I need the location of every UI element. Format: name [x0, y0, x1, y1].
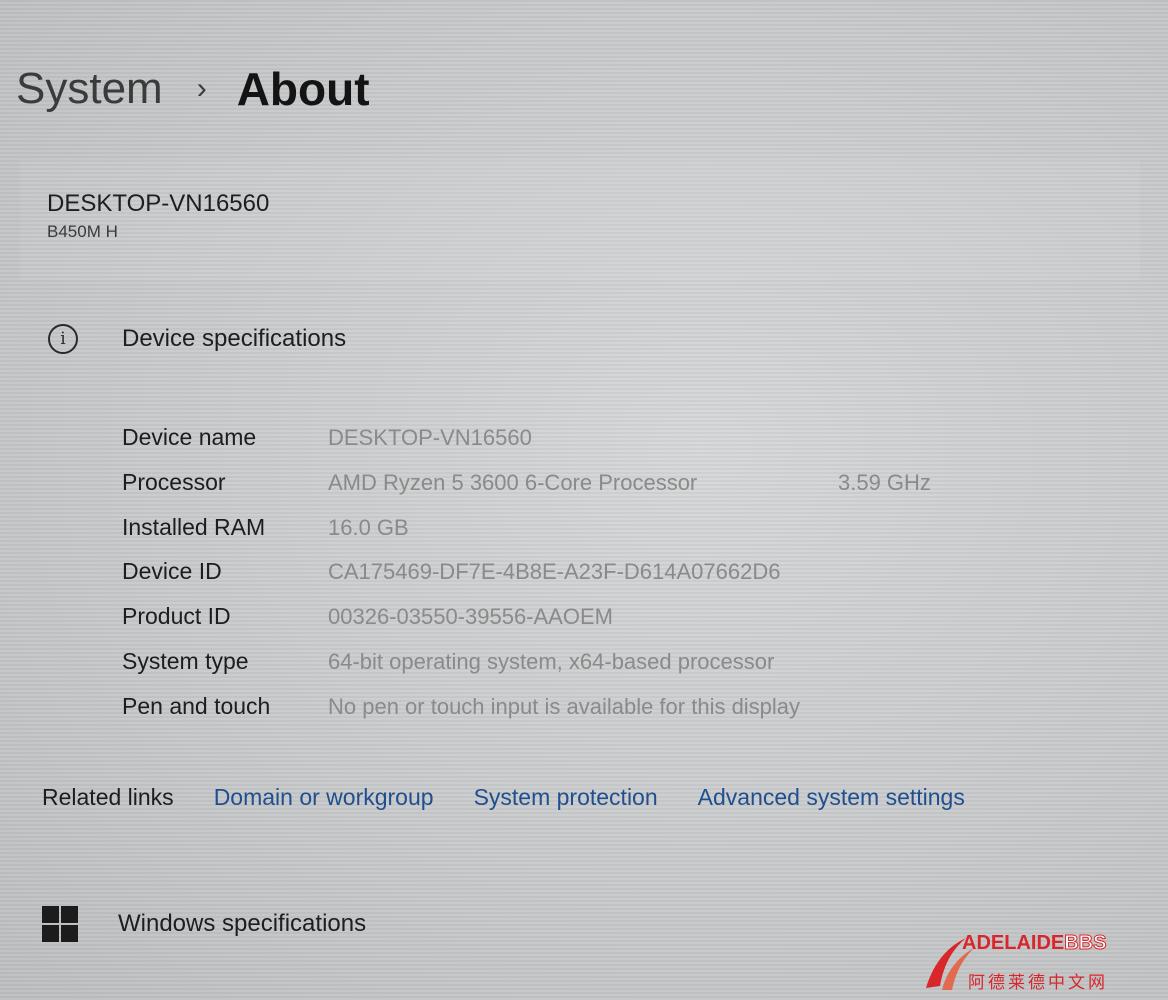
spec-value: DESKTOP-VN16560 [328, 425, 532, 450]
spec-label: Pen and touch [122, 692, 271, 719]
spec-value: AMD Ryzen 5 3600 6-Core Processor [328, 469, 698, 495]
breadcrumb-system[interactable]: System [16, 64, 163, 114]
spec-row-device-id: Device ID CA175469-DF7E-4B8E-A23F-D614A0… [122, 552, 1022, 597]
spec-label: Installed RAM [122, 513, 266, 540]
watermark-logo: ADELAIDEBBS 阿德莱德中文网 [922, 928, 1162, 994]
device-specifications-label: Device specifications [122, 325, 347, 352]
breadcrumb: System › About [16, 62, 370, 116]
spec-row-processor: Processor AMD Ryzen 5 3600 6-Core Proces… [122, 463, 1022, 508]
spec-label: Device name [122, 424, 257, 450]
system-protection-link[interactable]: System protection [474, 784, 658, 811]
spec-row-product-id: Product ID 00326-03550-39556-AAOEM [122, 597, 1022, 642]
domain-or-workgroup-link[interactable]: Domain or workgroup [214, 784, 434, 811]
windows-specifications-label: Windows specifications [118, 910, 367, 937]
watermark-bottom-text: 阿德莱德中文网 [968, 973, 1108, 993]
spec-row-system-type: System type 64-bit operating system, x64… [122, 642, 1022, 687]
spec-value: CA175469-DF7E-4B8E-A23F-D614A07662D6 [328, 559, 781, 585]
related-links-label: Related links [42, 784, 174, 810]
spec-value: 00326-03550-39556-AAOEM [328, 604, 613, 630]
processor-speed: 3.59 GHz [838, 469, 931, 495]
windows-logo-icon [42, 906, 78, 942]
watermark-top-text: ADELAIDEBBS [962, 932, 1107, 955]
spec-label: Processor [122, 468, 226, 495]
advanced-system-settings-link[interactable]: Advanced system settings [698, 784, 965, 811]
device-model: B450M H [47, 222, 118, 241]
spec-value: 64-bit operating system, x64-based proce… [328, 648, 775, 674]
device-card: DESKTOP-VN16560 B450M H [20, 160, 1140, 280]
info-icon: i [48, 324, 78, 354]
device-specifications-header[interactable]: i Device specifications [48, 324, 346, 354]
spec-value: 16.0 GB [328, 514, 409, 540]
spec-label: Product ID [122, 603, 231, 630]
spec-value: No pen or touch input is available for t… [328, 693, 801, 719]
spec-label: Device ID [122, 558, 222, 585]
device-name-title: DESKTOP-VN16560 [47, 190, 270, 217]
spec-row-device-name: Device name DESKTOP-VN16560 [122, 418, 1022, 463]
spec-label: System type [122, 647, 249, 674]
related-links: Related links Domain or workgroup System… [42, 784, 965, 811]
breadcrumb-separator: › [196, 72, 207, 105]
windows-specifications-header[interactable]: Windows specifications [42, 906, 366, 942]
spec-row-installed-ram: Installed RAM 16.0 GB [122, 508, 1022, 553]
spec-row-pen-and-touch: Pen and touch No pen or touch input is a… [122, 687, 1022, 732]
device-specifications-table: Device name DESKTOP-VN16560 Processor AM… [122, 418, 1022, 732]
page-title: About [236, 63, 370, 115]
